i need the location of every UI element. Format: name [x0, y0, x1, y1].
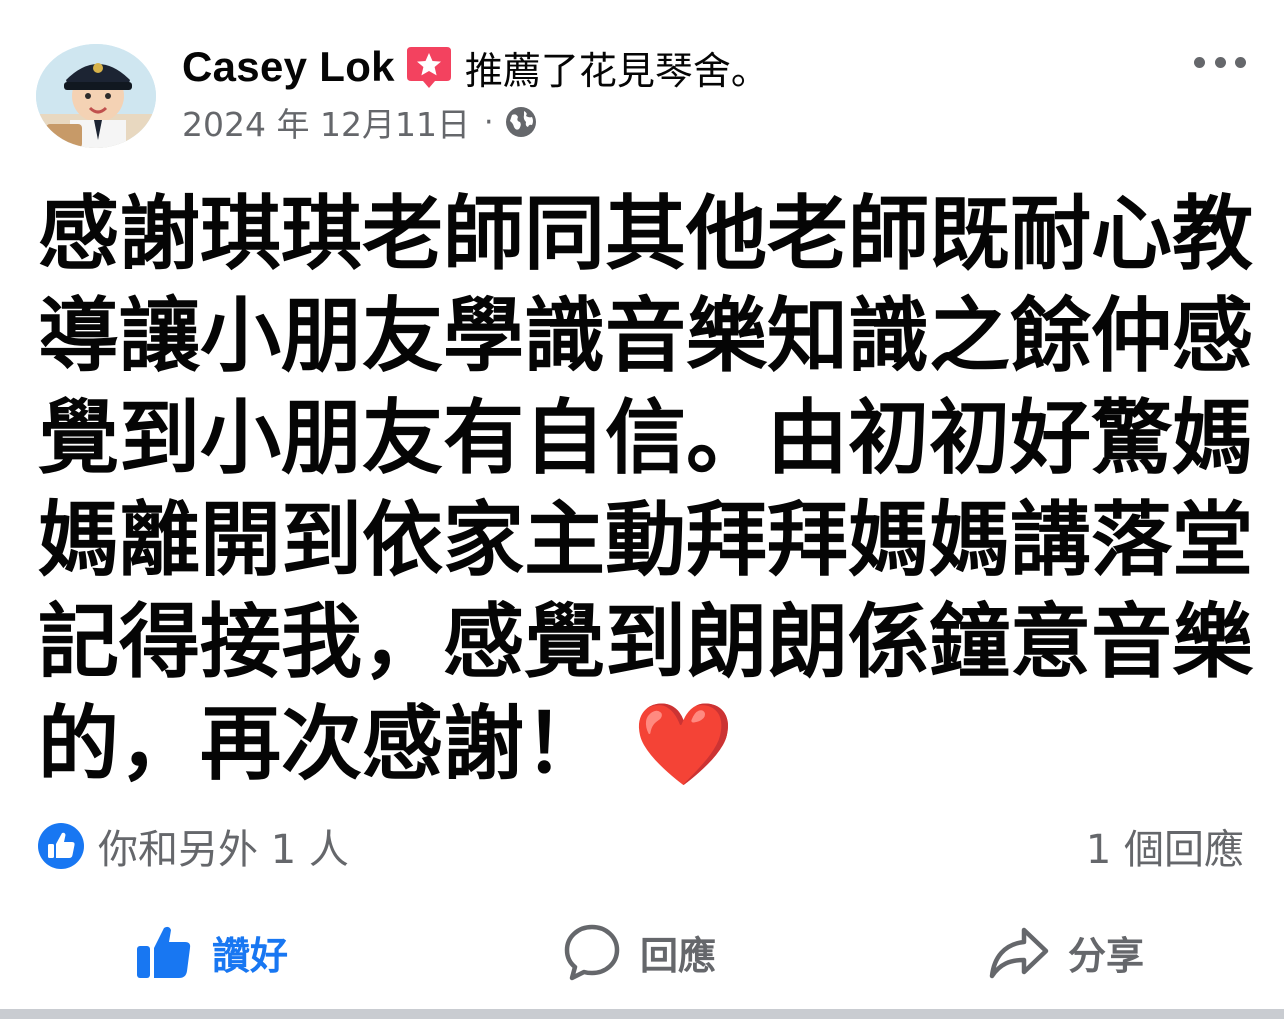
share-label: 分享 — [1068, 933, 1145, 978]
recommended-page-text[interactable]: 推薦了花見琴舍。 — [465, 40, 769, 95]
post-card: Casey Lok 推薦了花見琴舍。 2024 年 12月11日 · 感謝琪琪老… — [0, 0, 1284, 1019]
author-name[interactable]: Casey Lok — [182, 43, 395, 91]
comment-label: 回應 — [640, 933, 717, 978]
more-horizontal-icon — [1194, 56, 1205, 68]
post-text: 感謝琪琪老師同其他老師既耐心教導讓小朋友學識音樂知識之餘仲感覺到小朋友有自信。由… — [38, 188, 1254, 792]
more-horizontal-icon — [1214, 56, 1226, 68]
globe-icon — [504, 105, 538, 139]
post-date[interactable]: 2024 年 12月11日 — [182, 98, 470, 146]
reaction-count-text: 你和另外 1 人 — [98, 827, 349, 873]
comment-button[interactable]: 回應 — [562, 910, 716, 994]
thumbs-up-icon — [134, 922, 194, 982]
more-options-button[interactable] — [1188, 44, 1252, 80]
post-meta: 2024 年 12月11日 · — [182, 100, 538, 144]
share-button[interactable]: 分享 — [988, 910, 1144, 994]
comment-count[interactable]: 1 個回應 — [1086, 818, 1244, 874]
reactions-summary[interactable]: 你和另外 1 人 — [36, 818, 349, 874]
avatar[interactable] — [36, 44, 156, 148]
share-arrow-icon — [988, 922, 1050, 982]
like-button[interactable]: 讚好 — [134, 910, 288, 994]
avatar-image — [36, 44, 156, 148]
like-badge-icon — [36, 821, 86, 871]
like-label: 讚好 — [212, 933, 289, 978]
author-line: Casey Lok 推薦了花見琴舍。 — [182, 40, 769, 94]
more-horizontal-icon — [1235, 56, 1246, 68]
feed-divider — [0, 1009, 1284, 1019]
action-bar: 讚好 回應 分享 — [0, 910, 1284, 994]
comment-bubble-icon — [562, 922, 622, 982]
meta-separator: · — [483, 104, 494, 140]
recommend-star-icon — [405, 45, 453, 89]
